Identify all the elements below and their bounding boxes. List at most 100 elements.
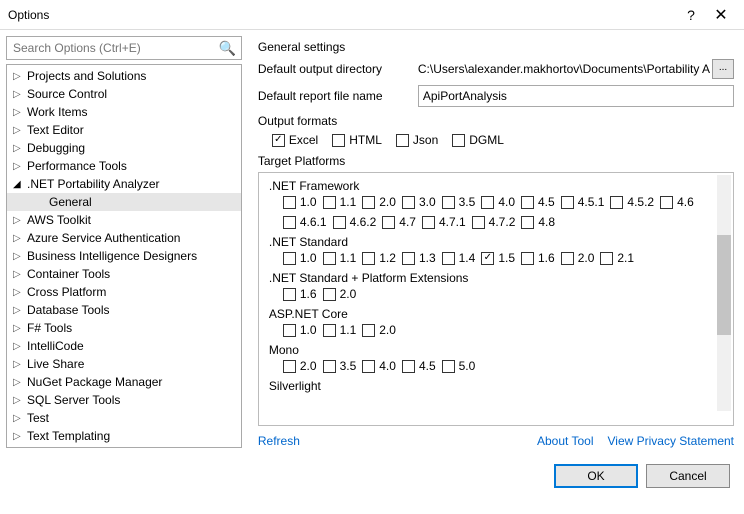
platform-version-checkbox[interactable]: 1.0 bbox=[283, 195, 317, 209]
platform-version-checkbox[interactable]: 4.7.2 bbox=[472, 215, 516, 229]
platform-version-row: 1.0 1.1 1.2 1.3 1.4 ✓1.5 1.6 2.0 2.1 bbox=[283, 251, 723, 265]
tree-item[interactable]: ◢.NET Portability Analyzer bbox=[7, 175, 241, 193]
tree-item-label: Performance Tools bbox=[25, 159, 127, 173]
tree-item[interactable]: ▷Container Tools bbox=[7, 265, 241, 283]
tree-item[interactable]: ▷Performance Tools bbox=[7, 157, 241, 175]
output-format-checkbox[interactable]: Json bbox=[396, 133, 438, 147]
platform-version-checkbox[interactable]: 5.0 bbox=[442, 359, 476, 373]
tree-item[interactable]: ▷Text Templating bbox=[7, 427, 241, 445]
platforms-scrollbar[interactable] bbox=[717, 175, 731, 411]
platform-version-checkbox[interactable]: 1.0 bbox=[283, 251, 317, 265]
about-tool-link[interactable]: About Tool bbox=[537, 434, 594, 448]
platform-version-checkbox[interactable]: 3.5 bbox=[323, 359, 357, 373]
chevron-right-icon: ▷ bbox=[13, 359, 25, 370]
checkbox-box bbox=[610, 196, 623, 209]
options-tree[interactable]: ▷Projects and Solutions▷Source Control▷W… bbox=[6, 64, 242, 448]
platform-version-checkbox[interactable]: 1.0 bbox=[283, 323, 317, 337]
platform-version-checkbox[interactable]: 4.5 bbox=[521, 195, 555, 209]
checkbox-label: 4.7.1 bbox=[439, 215, 466, 229]
platform-version-checkbox[interactable]: 4.8 bbox=[521, 215, 555, 229]
platform-version-checkbox[interactable]: 1.4 bbox=[442, 251, 476, 265]
chevron-right-icon: ▷ bbox=[13, 71, 25, 82]
tree-subitem[interactable]: General bbox=[7, 193, 241, 211]
platform-version-checkbox[interactable]: 4.6.2 bbox=[333, 215, 377, 229]
output-format-checkbox[interactable]: HTML bbox=[332, 133, 382, 147]
tree-item-label: General bbox=[47, 195, 92, 209]
checkbox-label: Excel bbox=[289, 133, 318, 147]
tree-item[interactable]: ▷F# Tools bbox=[7, 319, 241, 337]
close-icon[interactable]: ✕ bbox=[706, 5, 736, 25]
platform-group-title: Silverlight bbox=[269, 379, 723, 393]
platform-version-checkbox[interactable]: 2.0 bbox=[323, 287, 357, 301]
tree-item[interactable]: ▷Projects and Solutions bbox=[7, 67, 241, 85]
tree-item[interactable]: ▷Source Control bbox=[7, 85, 241, 103]
browse-button[interactable]: ... bbox=[712, 59, 734, 79]
refresh-link[interactable]: Refresh bbox=[258, 434, 300, 448]
tree-item[interactable]: ▷SQL Server Tools bbox=[7, 391, 241, 409]
platform-version-checkbox[interactable]: 4.7 bbox=[382, 215, 416, 229]
platform-version-checkbox[interactable]: 4.6.1 bbox=[283, 215, 327, 229]
output-format-checkbox[interactable]: DGML bbox=[452, 133, 504, 147]
platform-version-checkbox[interactable]: 1.3 bbox=[402, 251, 436, 265]
checkbox-box bbox=[323, 252, 336, 265]
tree-item[interactable]: ▷AWS Toolkit bbox=[7, 211, 241, 229]
platform-version-checkbox[interactable]: 2.1 bbox=[600, 251, 634, 265]
target-platforms-box: .NET Framework1.01.12.03.03.54.04.54.5.1… bbox=[258, 172, 734, 426]
platform-version-checkbox[interactable]: 2.0 bbox=[561, 251, 595, 265]
tree-item[interactable]: ▷IntelliCode bbox=[7, 337, 241, 355]
platform-version-checkbox[interactable]: 4.7.1 bbox=[422, 215, 466, 229]
chevron-right-icon: ▷ bbox=[13, 89, 25, 100]
tree-item[interactable]: ▷Cross Platform bbox=[7, 283, 241, 301]
platform-version-checkbox[interactable]: 3.0 bbox=[402, 195, 436, 209]
tree-item-label: Azure Service Authentication bbox=[25, 231, 180, 245]
tree-item[interactable]: ▷Live Share bbox=[7, 355, 241, 373]
chevron-right-icon: ▷ bbox=[13, 305, 25, 316]
ok-button[interactable]: OK bbox=[554, 464, 638, 488]
help-icon[interactable]: ? bbox=[676, 7, 706, 23]
platform-group-title: ASP.NET Core bbox=[269, 307, 723, 321]
platform-version-checkbox[interactable]: 1.1 bbox=[323, 251, 357, 265]
tree-item-label: Container Tools bbox=[25, 267, 110, 281]
scrollbar-thumb[interactable] bbox=[717, 235, 731, 335]
search-input[interactable] bbox=[6, 36, 242, 60]
platform-version-checkbox[interactable]: 4.5.1 bbox=[561, 195, 605, 209]
platform-version-checkbox[interactable]: 1.2 bbox=[362, 251, 396, 265]
tree-item[interactable]: ▷Work Items bbox=[7, 103, 241, 121]
platform-version-checkbox[interactable]: 1.6 bbox=[283, 287, 317, 301]
platform-version-checkbox[interactable]: 4.5 bbox=[402, 359, 436, 373]
platform-version-checkbox[interactable]: 4.0 bbox=[481, 195, 515, 209]
tree-item[interactable]: ▷Debugging bbox=[7, 139, 241, 157]
platform-version-checkbox[interactable]: 2.0 bbox=[362, 195, 396, 209]
output-formats-row: ✓Excel HTML Json DGML bbox=[272, 133, 734, 147]
tree-item[interactable]: ▷Text Editor bbox=[7, 121, 241, 139]
checkbox-label: HTML bbox=[349, 133, 382, 147]
platform-version-checkbox[interactable]: 2.0 bbox=[283, 359, 317, 373]
tree-item[interactable]: ▷Test bbox=[7, 409, 241, 427]
checkbox-box bbox=[561, 196, 574, 209]
privacy-link[interactable]: View Privacy Statement bbox=[608, 434, 735, 448]
tree-item[interactable]: ▷Business Intelligence Designers bbox=[7, 247, 241, 265]
checkbox-box bbox=[283, 196, 296, 209]
cancel-button[interactable]: Cancel bbox=[646, 464, 730, 488]
platform-version-row: 2.0 3.5 4.0 4.5 5.0 bbox=[283, 359, 723, 373]
output-format-checkbox[interactable]: ✓Excel bbox=[272, 133, 318, 147]
platform-version-checkbox[interactable]: 1.1 bbox=[323, 195, 357, 209]
tree-item[interactable]: ▷Database Tools bbox=[7, 301, 241, 319]
tree-item-label: Debugging bbox=[25, 141, 85, 155]
platform-version-checkbox[interactable]: 1.6 bbox=[521, 251, 555, 265]
checkbox-label: 3.5 bbox=[340, 359, 357, 373]
tree-item-label: IntelliCode bbox=[25, 339, 84, 353]
checkbox-box bbox=[332, 134, 345, 147]
tree-item[interactable]: ▷NuGet Package Manager bbox=[7, 373, 241, 391]
platform-version-checkbox[interactable]: 1.1 bbox=[323, 323, 357, 337]
platform-version-checkbox[interactable]: 2.0 bbox=[362, 323, 396, 337]
platform-version-checkbox[interactable]: ✓1.5 bbox=[481, 251, 515, 265]
file-name-input[interactable] bbox=[418, 85, 734, 107]
checkbox-box bbox=[402, 360, 415, 373]
platform-version-checkbox[interactable]: 4.6 bbox=[660, 195, 694, 209]
platform-version-checkbox[interactable]: 4.5.2 bbox=[610, 195, 654, 209]
checkbox-box bbox=[481, 196, 494, 209]
platform-version-checkbox[interactable]: 3.5 bbox=[442, 195, 476, 209]
tree-item[interactable]: ▷Azure Service Authentication bbox=[7, 229, 241, 247]
platform-version-checkbox[interactable]: 4.0 bbox=[362, 359, 396, 373]
